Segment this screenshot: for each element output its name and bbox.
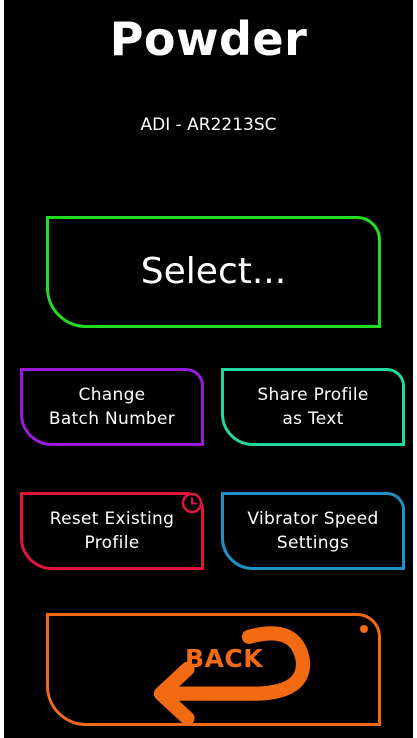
select-button-label: Select... [140, 251, 287, 292]
share-profile-label: Share Profile as Text [257, 385, 369, 429]
page-title: Powder [109, 12, 308, 66]
change-batch-number-button[interactable]: Change Batch Number [20, 368, 204, 446]
powder-screen: Powder ADI - AR2213SC Select... Change B… [4, 0, 413, 738]
dot-indicator-icon [360, 625, 368, 633]
page-subtitle: ADI - AR2213SC [140, 115, 277, 135]
reset-existing-profile-label: Reset Existing Profile [49, 509, 175, 553]
vibrator-speed-settings-button[interactable]: Vibrator Speed Settings [221, 492, 405, 570]
select-button[interactable]: Select... [46, 216, 381, 328]
back-button-label: BACK [185, 644, 264, 673]
back-button[interactable]: BACK [46, 613, 381, 726]
reset-existing-profile-button[interactable]: Reset Existing Profile [20, 492, 204, 570]
clock-icon [181, 492, 203, 514]
share-profile-as-text-button[interactable]: Share Profile as Text [221, 368, 405, 446]
vibrator-speed-settings-label: Vibrator Speed Settings [247, 509, 379, 553]
change-batch-number-label: Change Batch Number [48, 385, 176, 429]
